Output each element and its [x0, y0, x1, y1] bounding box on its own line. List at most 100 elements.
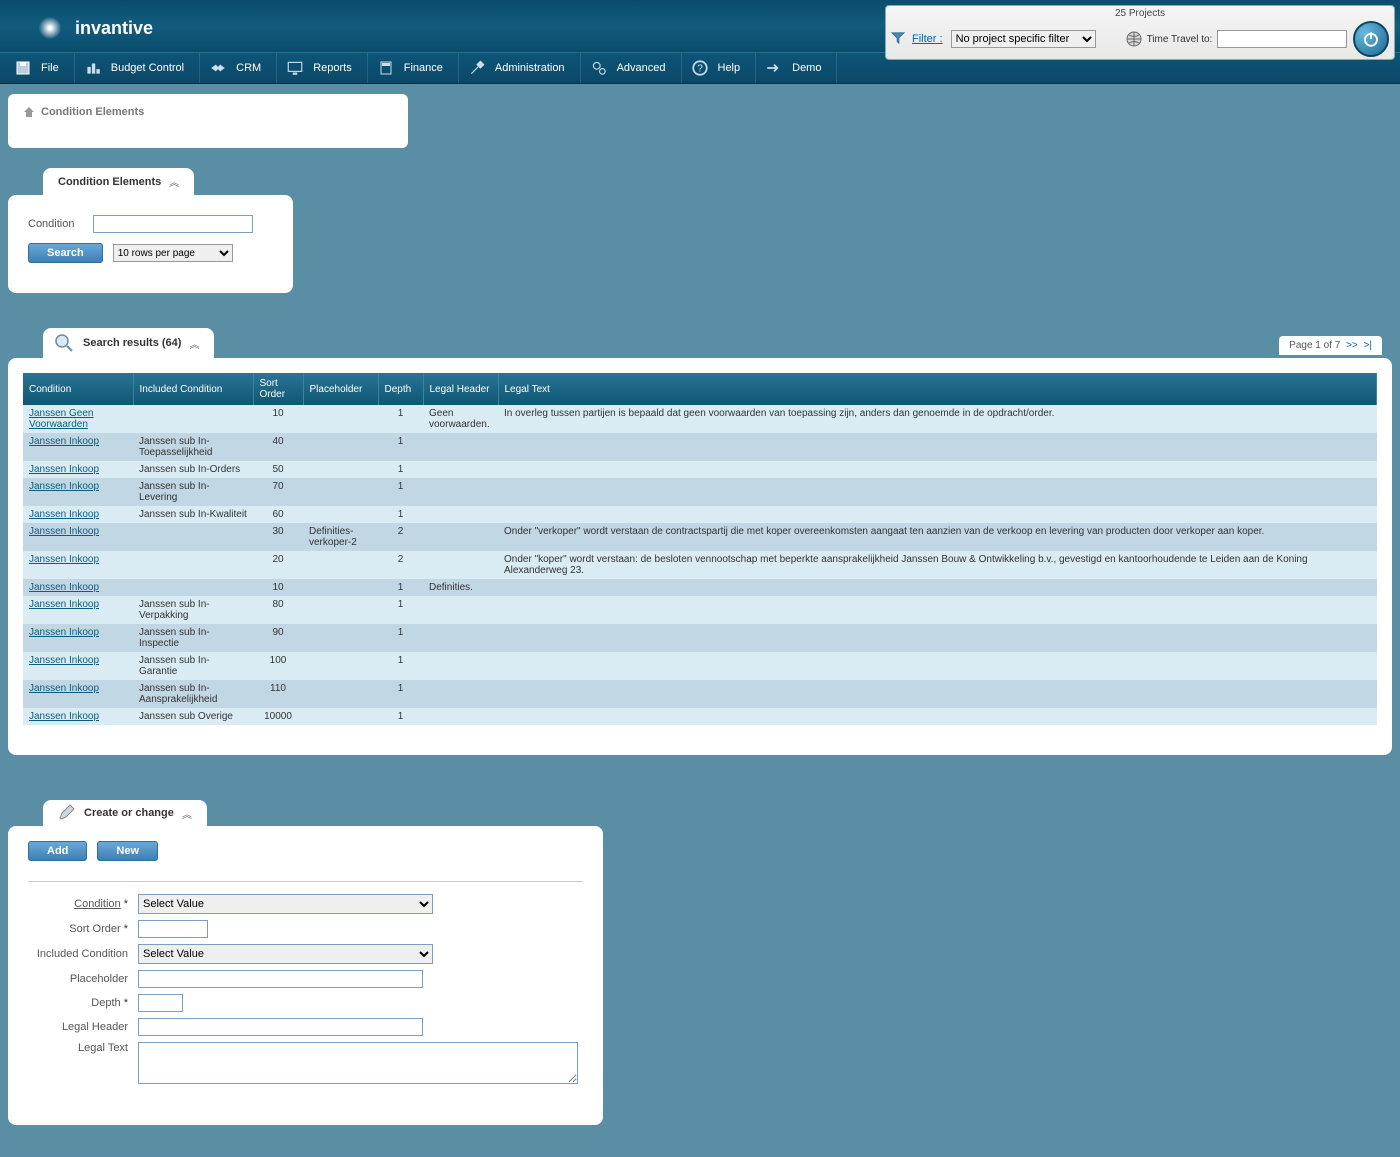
- sortorder-input[interactable]: [138, 920, 208, 938]
- cell-sort: 10000: [253, 708, 303, 725]
- placeholder-input[interactable]: [138, 970, 423, 988]
- cell-placeholder: [303, 680, 378, 708]
- add-button[interactable]: Add: [28, 841, 87, 861]
- condition-link[interactable]: Janssen Inkoop: [29, 599, 99, 610]
- condition-search-input[interactable]: [93, 215, 253, 233]
- brand-logo: invantive: [30, 8, 153, 48]
- svg-text:?: ?: [697, 63, 703, 74]
- form-label-sortorder: Sort Order: [28, 923, 138, 935]
- projects-count: 25 Projects: [891, 8, 1389, 19]
- condition-link[interactable]: Janssen Inkoop: [29, 711, 99, 722]
- timetravel-input[interactable]: [1217, 30, 1347, 48]
- create-panel-wrap: Create or change ︽ Add New Condition Sel…: [8, 800, 603, 1125]
- cell-sort: 80: [253, 596, 303, 624]
- table-row: Janssen InkoopJanssen sub In-Kwaliteit60…: [23, 506, 1377, 523]
- cell-legaltext: Onder "koper" wordt verstaan: de beslote…: [498, 551, 1377, 579]
- filter-link[interactable]: Filter :: [912, 33, 943, 45]
- collapse-icon[interactable]: ︽: [182, 806, 192, 821]
- cell-included: Janssen sub In-Toepasselijkheid: [133, 433, 253, 461]
- results-table: Condition Included Condition Sort Order …: [23, 373, 1377, 725]
- cell-legaltext: [498, 478, 1377, 506]
- last-page-link[interactable]: >|: [1364, 340, 1372, 351]
- included-condition-select[interactable]: Select Value: [138, 944, 433, 964]
- power-button[interactable]: [1353, 21, 1389, 57]
- search-panel-body: Condition Search 10 rows per page: [8, 195, 293, 293]
- table-row: Janssen Inkoop Janssen sub In-Toepasselij…: [23, 433, 1377, 461]
- col-placeholder[interactable]: Placeholder: [303, 373, 378, 405]
- col-sort[interactable]: Sort Order: [253, 373, 303, 405]
- cell-legalheader: Geen voorwaarden.: [423, 405, 498, 433]
- menu-crm[interactable]: CRM: [200, 53, 277, 83]
- cell-legaltext: Onder "verkoper" wordt verstaan de contr…: [498, 523, 1377, 551]
- rows-per-page-select[interactable]: 10 rows per page: [113, 244, 233, 262]
- menu-administration[interactable]: Administration: [459, 53, 581, 83]
- condition-link[interactable]: Janssen Inkoop: [29, 554, 99, 565]
- cell-placeholder: [303, 708, 378, 725]
- gears-icon: [589, 58, 609, 78]
- menu-demo[interactable]: Demo: [756, 53, 837, 83]
- condition-link[interactable]: Janssen Inkoop: [29, 655, 99, 666]
- condition-select[interactable]: Select Value: [138, 894, 433, 914]
- menu-finance[interactable]: Finance: [368, 53, 459, 83]
- condition-link[interactable]: Janssen Inkoop: [29, 509, 99, 520]
- table-row: Janssen InkoopJanssen sub In-Levering701: [23, 478, 1377, 506]
- condition-link[interactable]: Janssen Geen Voorwaarden: [29, 408, 94, 430]
- condition-link[interactable]: Janssen Inkoop: [29, 436, 99, 447]
- create-body: Add New Condition Select Value Sort Orde…: [8, 826, 603, 1125]
- cell-placeholder: [303, 506, 378, 523]
- cell-depth: 2: [378, 523, 423, 551]
- cell-depth: 1: [378, 478, 423, 506]
- collapse-icon[interactable]: ︽: [169, 174, 179, 189]
- project-filter-select[interactable]: No project specific filter: [951, 30, 1096, 48]
- search-button[interactable]: Search: [28, 243, 103, 263]
- new-button[interactable]: New: [97, 841, 158, 861]
- condition-link[interactable]: Janssen Inkoop: [29, 627, 99, 638]
- create-tab-label: Create or change: [84, 807, 174, 819]
- depth-input[interactable]: [138, 994, 183, 1012]
- cell-legalheader: [423, 523, 498, 551]
- cell-depth: 1: [378, 680, 423, 708]
- menu-file[interactable]: File: [5, 53, 75, 83]
- cell-legaltext: [498, 708, 1377, 725]
- cell-included: [133, 551, 253, 579]
- form-label-legaltext: Legal Text: [28, 1042, 138, 1054]
- cell-included: [133, 523, 253, 551]
- home-icon[interactable]: [23, 106, 35, 118]
- col-included[interactable]: Included Condition: [133, 373, 253, 405]
- condition-link[interactable]: Janssen Inkoop: [29, 481, 99, 492]
- cell-depth: 1: [378, 708, 423, 725]
- budget-icon: [83, 58, 103, 78]
- cell-depth: 1: [378, 461, 423, 478]
- menu-reports[interactable]: Reports: [277, 53, 368, 83]
- menu-budget-control[interactable]: Budget Control: [75, 53, 200, 83]
- condition-link[interactable]: Janssen Inkoop: [29, 683, 99, 694]
- col-legaltext[interactable]: Legal Text: [498, 373, 1377, 405]
- cell-legaltext: [498, 596, 1377, 624]
- condition-link[interactable]: Janssen Inkoop: [29, 464, 99, 475]
- condition-link[interactable]: Janssen Inkoop: [29, 526, 99, 537]
- legaltext-textarea[interactable]: [138, 1042, 578, 1084]
- top-filter-panel: 25 Projects Filter : No project specific…: [885, 5, 1395, 60]
- col-depth[interactable]: Depth: [378, 373, 423, 405]
- help-icon: ?: [690, 58, 710, 78]
- cell-legalheader: [423, 478, 498, 506]
- next-page-link[interactable]: >>: [1346, 340, 1358, 351]
- cell-included: Janssen sub In-Garantie: [133, 652, 253, 680]
- monitor-icon: [285, 58, 305, 78]
- cell-legalheader: [423, 461, 498, 478]
- cell-included: Janssen sub In-Verpakking: [133, 596, 253, 624]
- cell-placeholder: [303, 652, 378, 680]
- menu-advanced[interactable]: Advanced: [581, 53, 682, 83]
- condition-link[interactable]: Janssen Inkoop: [29, 582, 99, 593]
- table-row: Janssen InkoopJanssen sub In-Garantie100…: [23, 652, 1377, 680]
- legalheader-input[interactable]: [138, 1018, 423, 1036]
- menu-help[interactable]: ?Help: [682, 53, 757, 83]
- cell-sort: 110: [253, 680, 303, 708]
- table-row: Janssen Inkoop202Onder "koper" wordt ver…: [23, 551, 1377, 579]
- cell-sort: 60: [253, 506, 303, 523]
- cell-placeholder: [303, 624, 378, 652]
- col-condition[interactable]: Condition: [23, 373, 133, 405]
- collapse-icon[interactable]: ︽: [189, 336, 199, 351]
- pencil-icon: [58, 804, 76, 822]
- col-legalheader[interactable]: Legal Header: [423, 373, 498, 405]
